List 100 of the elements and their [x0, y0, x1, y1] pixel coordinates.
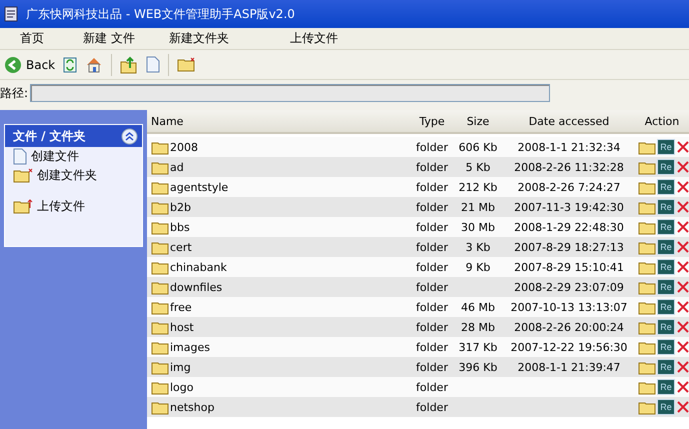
file-row[interactable]: img folder 396 Kb 2008-1-1 21:39:47 Re [147, 357, 689, 377]
delete-icon[interactable] [676, 300, 689, 314]
folder-icon [151, 280, 169, 294]
file-name: 2008 [170, 140, 198, 154]
folder-icon [151, 240, 169, 254]
delete-icon[interactable] [676, 240, 689, 254]
file-name: ad [170, 160, 184, 174]
delete-icon[interactable] [676, 180, 689, 194]
column-header[interactable]: Type [411, 114, 453, 128]
rename-button[interactable]: Re [657, 339, 675, 355]
delete-icon[interactable] [676, 260, 689, 274]
rename-button[interactable]: Re [657, 279, 675, 295]
file-row[interactable]: cert folder 3 Kb 2007-8-29 18:27:13 Re [147, 237, 689, 257]
file-row[interactable]: chinabank folder 9 Kb 2007-8-29 15:10:41 Re [147, 257, 689, 277]
path-label: 路径: [0, 84, 28, 102]
delete-icon[interactable] [676, 200, 689, 214]
file-row[interactable]: logo folder Re [147, 377, 689, 397]
open-folder-icon[interactable] [638, 180, 656, 194]
rename-button[interactable]: Re [657, 239, 675, 255]
menu-item[interactable]: 上传文件 [244, 30, 384, 47]
menu-item[interactable]: 首页 [0, 30, 64, 47]
link-label: 创建文件夹 [37, 167, 97, 184]
rename-button[interactable]: Re [657, 199, 675, 215]
rename-button[interactable]: Re [657, 299, 675, 315]
rename-button[interactable]: Re [657, 359, 675, 375]
rename-button[interactable]: Re [657, 159, 675, 175]
open-folder-icon[interactable] [638, 300, 656, 314]
open-folder-icon[interactable] [638, 400, 656, 414]
open-folder-icon[interactable] [638, 220, 656, 234]
open-folder-icon[interactable] [638, 320, 656, 334]
delete-icon[interactable] [676, 360, 689, 374]
file-row[interactable]: free folder 46 Mb 2007-10-13 13:13:07 Re [147, 297, 689, 317]
file-row[interactable]: host folder 28 Mb 2008-2-26 20:00:24 Re [147, 317, 689, 337]
rename-button[interactable]: Re [657, 399, 675, 415]
rename-button[interactable]: Re [657, 259, 675, 275]
file-row[interactable]: downfiles folder 2008-2-29 23:07:09 Re [147, 277, 689, 297]
open-folder-icon[interactable] [638, 340, 656, 354]
delete-icon[interactable] [676, 320, 689, 334]
column-header[interactable]: Action [635, 114, 689, 128]
delete-icon[interactable] [676, 380, 689, 394]
rename-button[interactable]: Re [657, 179, 675, 195]
folder-up-icon[interactable] [120, 56, 138, 74]
file-row[interactable]: netshop folder Re [147, 397, 689, 417]
new-folder-icon[interactable] [177, 57, 196, 72]
file-row[interactable]: 2008 folder 606 Kb 2008-1-1 21:32:34 Re [147, 137, 689, 157]
folder-icon [151, 200, 169, 214]
menu-item[interactable]: 新建 文件 [64, 30, 154, 47]
menu-item[interactable]: 新建文件夹 [154, 30, 244, 47]
file-name: logo [170, 380, 194, 394]
folder-icon [151, 360, 169, 374]
column-header[interactable]: Name [147, 114, 411, 128]
delete-icon[interactable] [676, 280, 689, 294]
delete-icon[interactable] [676, 140, 689, 154]
open-folder-icon[interactable] [638, 360, 656, 374]
file-row[interactable]: agentstyle folder 212 Kb 2008-2-26 7:24:27 Re [147, 177, 689, 197]
file-row[interactable]: b2b folder 21 Mb 2007-11-3 19:42:30 Re [147, 197, 689, 217]
file-row[interactable]: images folder 317 Kb 2007-12-22 19:56:30 Re [147, 337, 689, 357]
file-type: folder [415, 200, 449, 214]
open-folder-icon[interactable] [638, 380, 656, 394]
rename-button[interactable]: Re [657, 319, 675, 335]
file-icon [13, 148, 27, 165]
delete-icon[interactable] [676, 160, 689, 174]
open-folder-icon[interactable] [638, 200, 656, 214]
file-name: images [170, 340, 210, 354]
refresh-icon[interactable] [63, 56, 78, 72]
file-size: 21 Mb [460, 200, 496, 214]
column-header[interactable]: Size [453, 114, 503, 128]
open-folder-icon[interactable] [638, 240, 656, 254]
sidebar-link[interactable]: 上传文件 [5, 197, 142, 216]
folder-icon [151, 320, 169, 334]
path-field[interactable] [30, 84, 550, 102]
home-icon[interactable] [85, 56, 104, 74]
collapse-icon[interactable] [121, 128, 138, 144]
file-size: 317 Kb [458, 340, 498, 354]
open-folder-icon[interactable] [638, 260, 656, 274]
file-size: 28 Mb [460, 320, 496, 334]
rename-button[interactable]: Re [657, 139, 675, 155]
sidebar-link[interactable]: 创建文件 [5, 147, 142, 166]
file-size: 606 Kb [458, 140, 498, 154]
file-row[interactable]: bbs folder 30 Mb 2008-1-29 22:48:30 Re [147, 217, 689, 237]
sidebar-link[interactable]: 创建文件夹 [5, 166, 142, 185]
file-name: agentstyle [170, 180, 228, 194]
open-folder-icon[interactable] [638, 280, 656, 294]
delete-icon[interactable] [676, 220, 689, 234]
rename-button[interactable]: Re [657, 379, 675, 395]
file-size: 212 Kb [458, 180, 498, 194]
file-row[interactable]: ad folder 5 Kb 2008-2-26 11:32:28 Re [147, 157, 689, 177]
delete-icon[interactable] [676, 400, 689, 414]
open-folder-icon[interactable] [638, 140, 656, 154]
delete-icon[interactable] [676, 340, 689, 354]
file-date: 2008-2-26 11:32:28 [513, 160, 625, 174]
folder-icon [151, 340, 169, 354]
file-size: 46 Mb [460, 300, 496, 314]
rename-button[interactable]: Re [657, 219, 675, 235]
file-type: folder [415, 160, 449, 174]
back-button[interactable]: Back [4, 56, 56, 74]
file-type: folder [415, 340, 449, 354]
file-name: netshop [170, 400, 214, 414]
open-folder-icon[interactable] [638, 160, 656, 174]
column-header[interactable]: Date accessed [503, 114, 635, 128]
